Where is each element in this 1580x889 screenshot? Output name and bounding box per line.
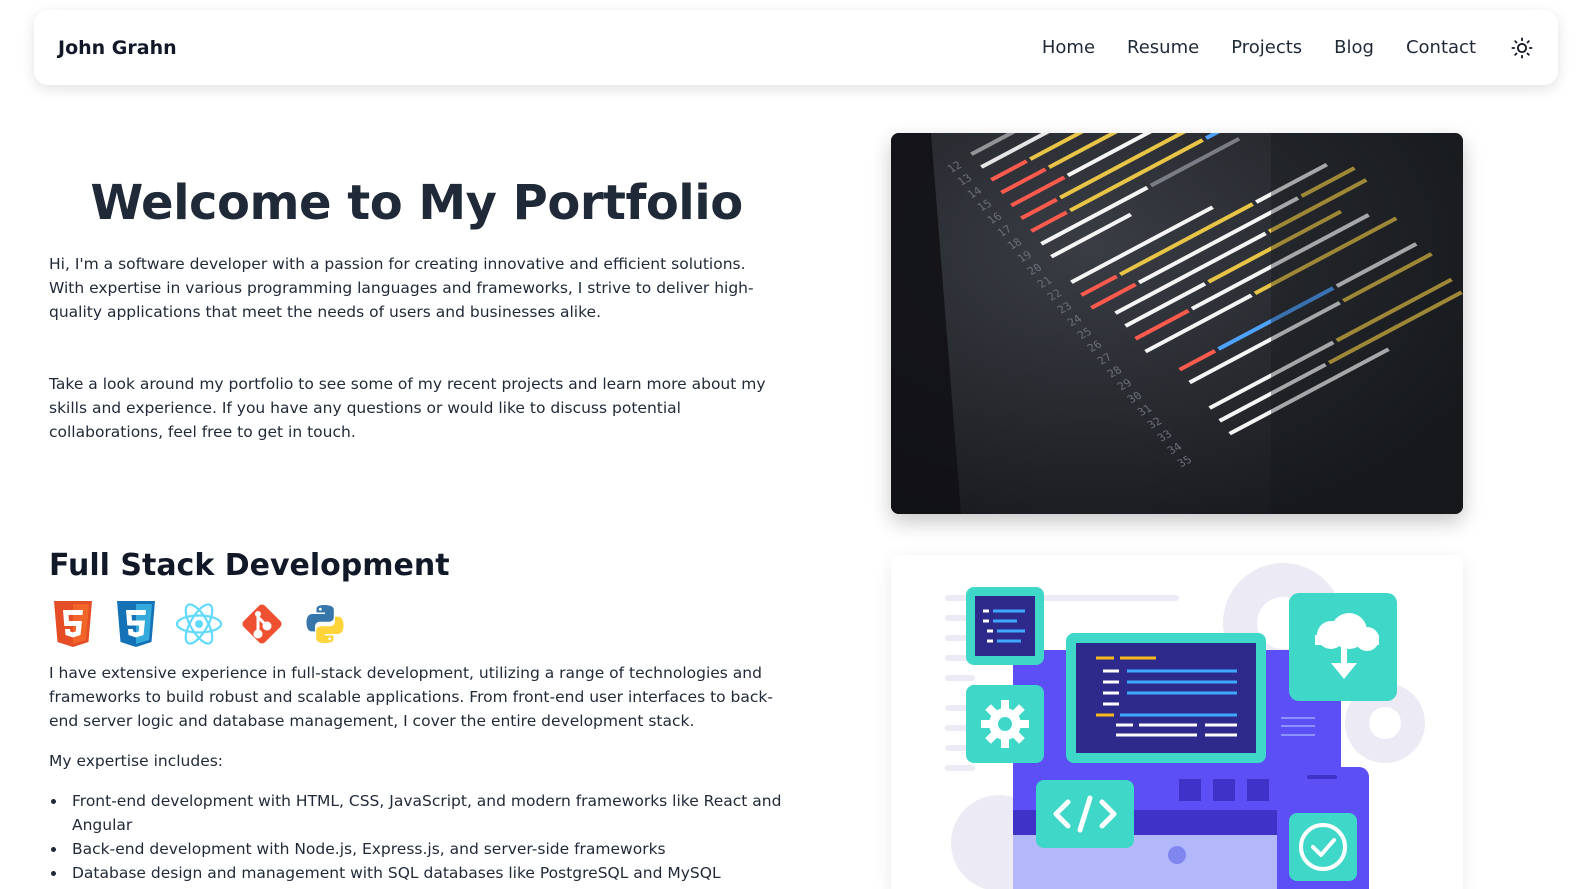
nav-link-home[interactable]: Home <box>1042 37 1095 58</box>
html5-icon <box>49 600 97 648</box>
expertise-list: Front-end development with HTML, CSS, Ja… <box>49 789 784 885</box>
list-item: Database design and management with SQL … <box>49 861 784 885</box>
portfolio-paragraph: Take a look around my portfolio to see s… <box>49 375 766 441</box>
css3-icon <box>112 600 160 648</box>
nav-link-contact[interactable]: Contact <box>1406 37 1476 58</box>
development-illustration <box>891 555 1463 889</box>
brand-name[interactable]: John Grahn <box>58 37 177 59</box>
python-icon <box>301 600 349 648</box>
section-title-fullstack: Full Stack Development <box>49 548 450 583</box>
code-screenshot-image: 12 13 14 15 16 17 18 19 20 21 22 23 24 25 26 27 28 2… <box>891 133 1463 514</box>
list-item: Front-end development with HTML, CSS, Ja… <box>49 789 784 837</box>
nav-link-blog[interactable]: Blog <box>1334 37 1374 58</box>
nav-link-projects[interactable]: Projects <box>1231 37 1302 58</box>
nav-link-resume[interactable]: Resume <box>1127 37 1199 58</box>
git-icon <box>238 600 286 648</box>
navbar: John Grahn Home Resume Projects Blog Con… <box>34 10 1558 85</box>
nav-links: Home Resume Projects Blog Contact <box>1010 36 1534 60</box>
theme-toggle-button[interactable] <box>1510 36 1534 60</box>
list-item: Back-end development with Node.js, Expre… <box>49 837 784 861</box>
fullstack-paragraph: I have extensive experience in full-stac… <box>49 664 773 730</box>
sun-icon <box>1511 36 1533 59</box>
tech-icons <box>49 599 784 649</box>
intro-paragraph: Hi, I'm a software developer with a pass… <box>49 255 754 321</box>
react-icon <box>175 600 223 648</box>
expertise-intro: My expertise includes: <box>49 752 224 770</box>
main-content: Welcome to My Portfolio Hi, I'm a softwa… <box>49 130 784 885</box>
page-title: Welcome to My Portfolio <box>90 175 743 231</box>
